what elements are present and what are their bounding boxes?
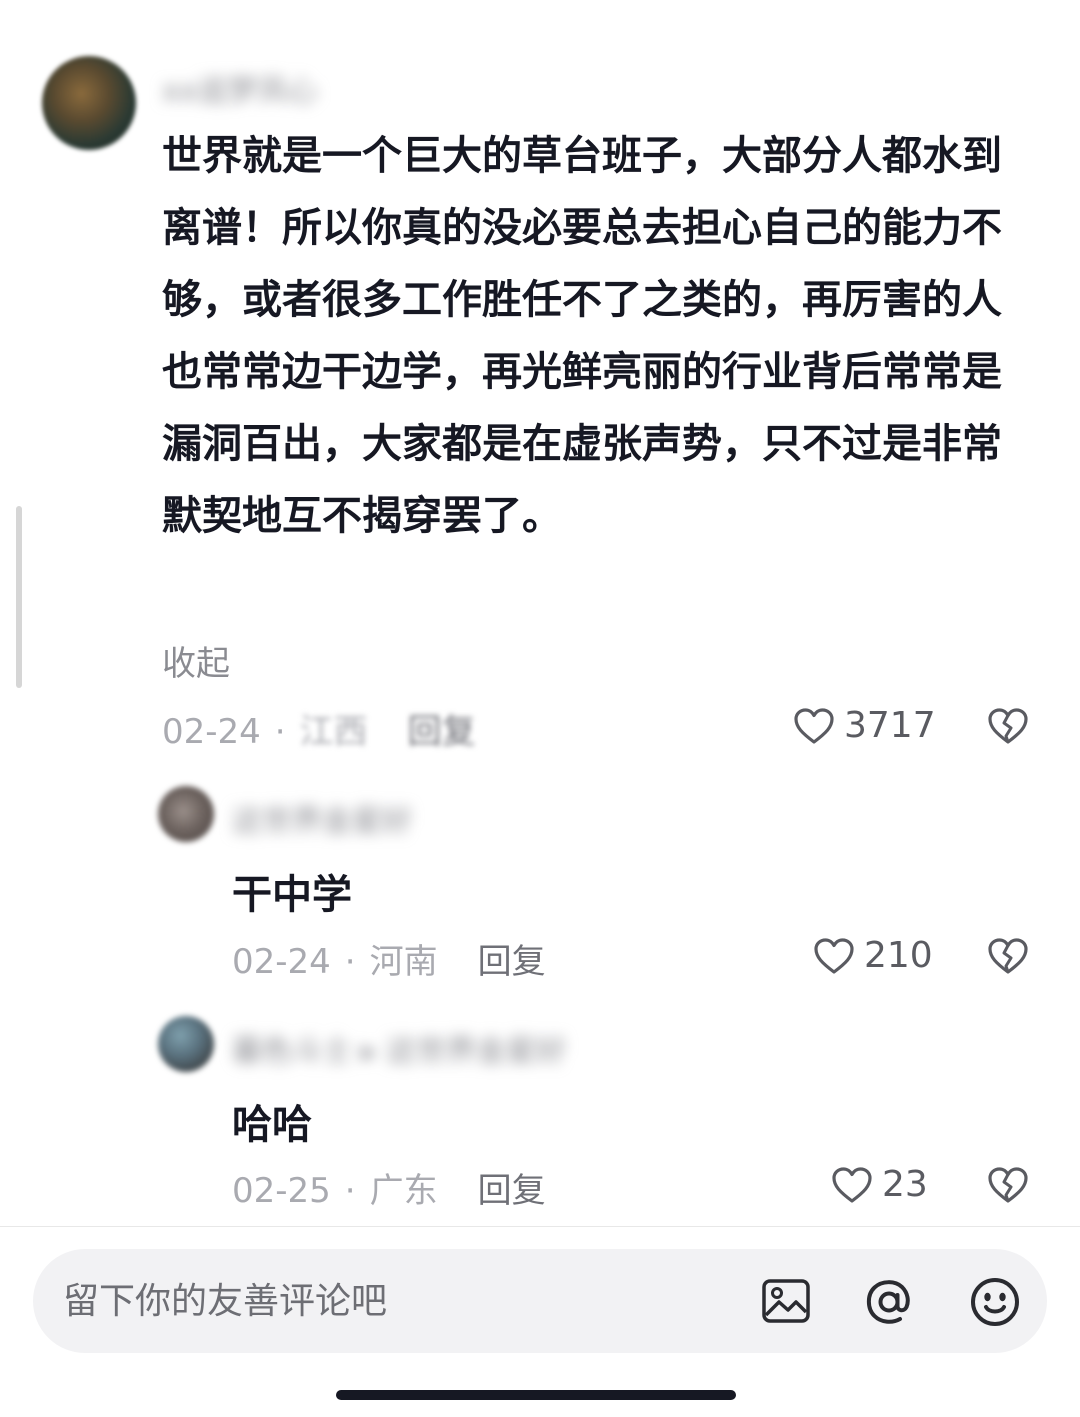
scroll-indicator[interactable] [16, 506, 22, 688]
emoji-icon[interactable] [968, 1275, 1022, 1333]
reply-date: 02-25 [232, 1171, 331, 1211]
reply-button[interactable]: 回复 [478, 1171, 546, 1211]
reply-avatar[interactable] [158, 786, 214, 842]
reply-location: 河南 [369, 942, 438, 982]
comment-date: 02-24 [162, 712, 261, 752]
username[interactable]: xx追梦凤心 [162, 66, 318, 110]
comment-location: 江西 [299, 712, 368, 752]
separator: · [344, 942, 356, 982]
divider [0, 1226, 1080, 1227]
home-indicator[interactable] [336, 1390, 736, 1400]
reply-button[interactable]: 回复 [478, 942, 546, 982]
reply-avatar[interactable] [158, 1016, 214, 1072]
reply-button[interactable]: 回复 [408, 712, 476, 752]
at-icon[interactable] [862, 1275, 916, 1333]
broken-heart-icon[interactable] [986, 1165, 1030, 1209]
reply-meta: 02-24 · 河南 回复 [232, 934, 546, 983]
like-count: 210 [864, 935, 933, 976]
heart-outline-icon [812, 936, 856, 976]
like-button[interactable]: 23 [830, 1164, 928, 1205]
avatar[interactable] [42, 56, 136, 150]
comment-meta: 02-24 · 江西 回复 [162, 704, 476, 753]
reply-text: 哈哈 [232, 1102, 312, 1148]
like-button[interactable]: 210 [812, 935, 933, 976]
reply-meta: 02-25 · 广东 回复 [232, 1163, 546, 1212]
reply-username[interactable]: 这世界金星好 [232, 796, 412, 840]
reply-username[interactable]: 暮色斗士 ▸ 这世界金星好 [232, 1026, 566, 1070]
comment-input[interactable] [63, 1277, 723, 1325]
heart-outline-icon [830, 1165, 874, 1205]
collapse-button[interactable]: 收起 [162, 636, 230, 685]
broken-heart-icon[interactable] [986, 706, 1030, 750]
heart-outline-icon [792, 706, 836, 746]
comment-text: 世界就是一个巨大的草台班子，大部分人都水到离谱！所以你真的没必要总去担心自己的能… [162, 133, 1002, 539]
broken-heart-icon[interactable] [986, 936, 1030, 980]
like-count: 23 [882, 1164, 928, 1205]
reply-date: 02-24 [232, 942, 331, 982]
separator: · [344, 1171, 356, 1211]
reply-location: 广东 [369, 1171, 438, 1211]
separator: · [274, 712, 286, 752]
like-count: 3717 [844, 705, 936, 746]
like-button[interactable]: 3717 [792, 705, 936, 746]
reply-text: 干中学 [232, 872, 352, 918]
comment-bar [33, 1249, 1047, 1353]
image-icon[interactable] [760, 1275, 812, 1331]
